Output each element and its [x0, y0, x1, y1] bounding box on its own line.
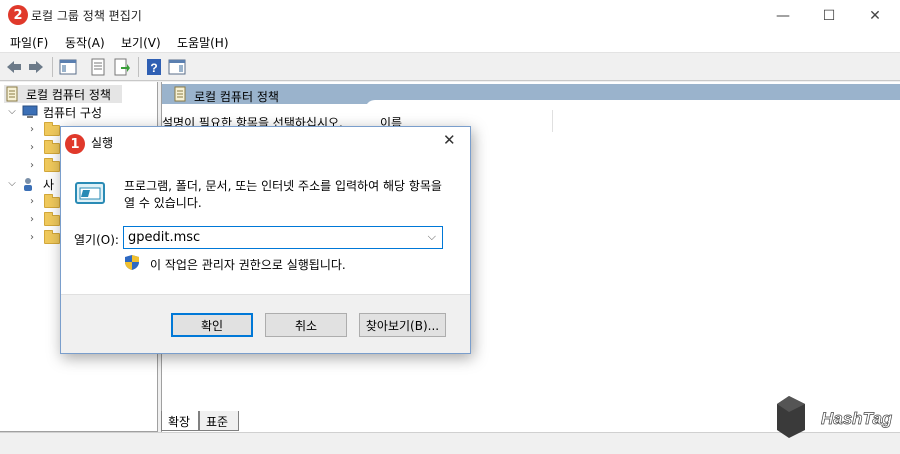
user-icon: [24, 178, 32, 191]
admin-note: 이 작업은 관리자 권한으로 실행됩니다.: [150, 258, 346, 272]
chevron-right-icon[interactable]: ›: [26, 196, 38, 208]
tree-item[interactable]: ›: [26, 229, 60, 247]
maximize-button[interactable]: ☐: [806, 0, 852, 31]
tab-standard[interactable]: 표준: [199, 411, 239, 431]
open-input[interactable]: gpedit.msc: [124, 230, 200, 245]
tree-item[interactable]: ›: [26, 157, 60, 175]
tree-root-label: 로컬 컴퓨터 정책: [26, 87, 111, 102]
tree-user-config[interactable]: ⌵ 사: [6, 175, 54, 193]
chevron-right-icon[interactable]: ›: [26, 160, 38, 172]
browse-button[interactable]: 찾아보기(B)...: [359, 313, 446, 337]
content-header-title: 로컬 컴퓨터 정책: [194, 90, 279, 104]
back-icon[interactable]: [5, 58, 23, 76]
step-badge-2: 2: [8, 5, 28, 25]
folder-icon: [44, 229, 60, 244]
folder-icon: [44, 121, 60, 136]
help-icon[interactable]: ?: [145, 58, 163, 76]
tree-computer-config[interactable]: ⌵ 컴퓨터 구성: [6, 103, 102, 121]
tree-root[interactable]: 로컬 컴퓨터 정책: [4, 85, 122, 103]
folder-icon: [44, 193, 60, 208]
policy-doc-icon: [6, 86, 18, 102]
folder-icon: [44, 139, 60, 154]
tree-computer-config-label: 컴퓨터 구성: [43, 105, 103, 120]
properties-icon[interactable]: [89, 58, 107, 76]
chevron-right-icon[interactable]: ›: [26, 142, 38, 154]
chevron-down-icon[interactable]: ⌵: [6, 178, 18, 190]
menu-view[interactable]: 보기(V): [121, 34, 161, 51]
open-label: 열기(O):: [74, 233, 119, 247]
run-dialog: 1 실행 ✕ 프로그램, 폴더, 문서, 또는 인터넷 주소를 입력하여 해당 …: [60, 126, 471, 354]
chevron-right-icon[interactable]: ›: [26, 214, 38, 226]
svg-text:?: ?: [150, 61, 157, 75]
minimize-button[interactable]: —: [760, 0, 806, 31]
toolbar: ?: [0, 53, 900, 81]
hashtag-logo-icon: HashTag: [777, 396, 893, 438]
dialog-close-button[interactable]: ✕: [443, 131, 456, 149]
shield-icon: [125, 255, 139, 270]
show-hide-tree-icon[interactable]: [59, 58, 77, 76]
menu-bar: 파일(F) 동작(A) 보기(V) 도움말(H): [0, 31, 900, 53]
run-icon: [75, 182, 105, 204]
computer-icon: [22, 105, 38, 118]
folder-icon: [44, 157, 60, 172]
menu-help[interactable]: 도움말(H): [177, 34, 229, 51]
cancel-button[interactable]: 취소: [265, 313, 347, 337]
tree-item[interactable]: ›: [26, 121, 60, 139]
dialog-footer: 확인 취소 찾아보기(B)...: [61, 294, 470, 353]
ok-button[interactable]: 확인: [171, 313, 253, 337]
status-bar: [0, 432, 900, 454]
open-combobox[interactable]: gpedit.msc ⌵: [123, 226, 443, 249]
tree-item[interactable]: ›: [26, 139, 60, 157]
chevron-right-icon[interactable]: ›: [26, 124, 38, 136]
close-button[interactable]: ✕: [852, 0, 898, 31]
policy-doc-icon: [174, 86, 186, 102]
menu-file[interactable]: 파일(F): [10, 34, 48, 51]
window-title: 로컬 그룹 정책 편집기: [31, 9, 142, 23]
menu-action[interactable]: 동작(A): [65, 34, 105, 51]
dialog-description: 프로그램, 폴더, 문서, 또는 인터넷 주소를 입력하여 해당 항목을 열 수…: [124, 179, 442, 210]
tree-item[interactable]: ›: [26, 211, 60, 229]
chevron-down-icon[interactable]: ⌵: [6, 106, 18, 118]
export-list-icon[interactable]: [113, 58, 131, 76]
forward-icon[interactable]: [27, 58, 45, 76]
folder-icon: [44, 211, 60, 226]
step-badge-1: 1: [65, 134, 85, 154]
watermark: HashTag: [775, 392, 895, 445]
chevron-down-icon[interactable]: ⌵: [428, 230, 436, 244]
tree-user-config-label: 사: [43, 177, 55, 192]
show-hide-action-pane-icon[interactable]: [168, 58, 186, 76]
tab-extended[interactable]: 확장: [161, 411, 199, 431]
title-bar: 2 로컬 그룹 정책 편집기 — ☐ ✕: [0, 0, 900, 31]
chevron-right-icon[interactable]: ›: [26, 232, 38, 244]
dialog-title: 실행: [91, 136, 114, 150]
watermark-text: HashTag: [821, 409, 893, 428]
tree-item[interactable]: ›: [26, 193, 60, 211]
